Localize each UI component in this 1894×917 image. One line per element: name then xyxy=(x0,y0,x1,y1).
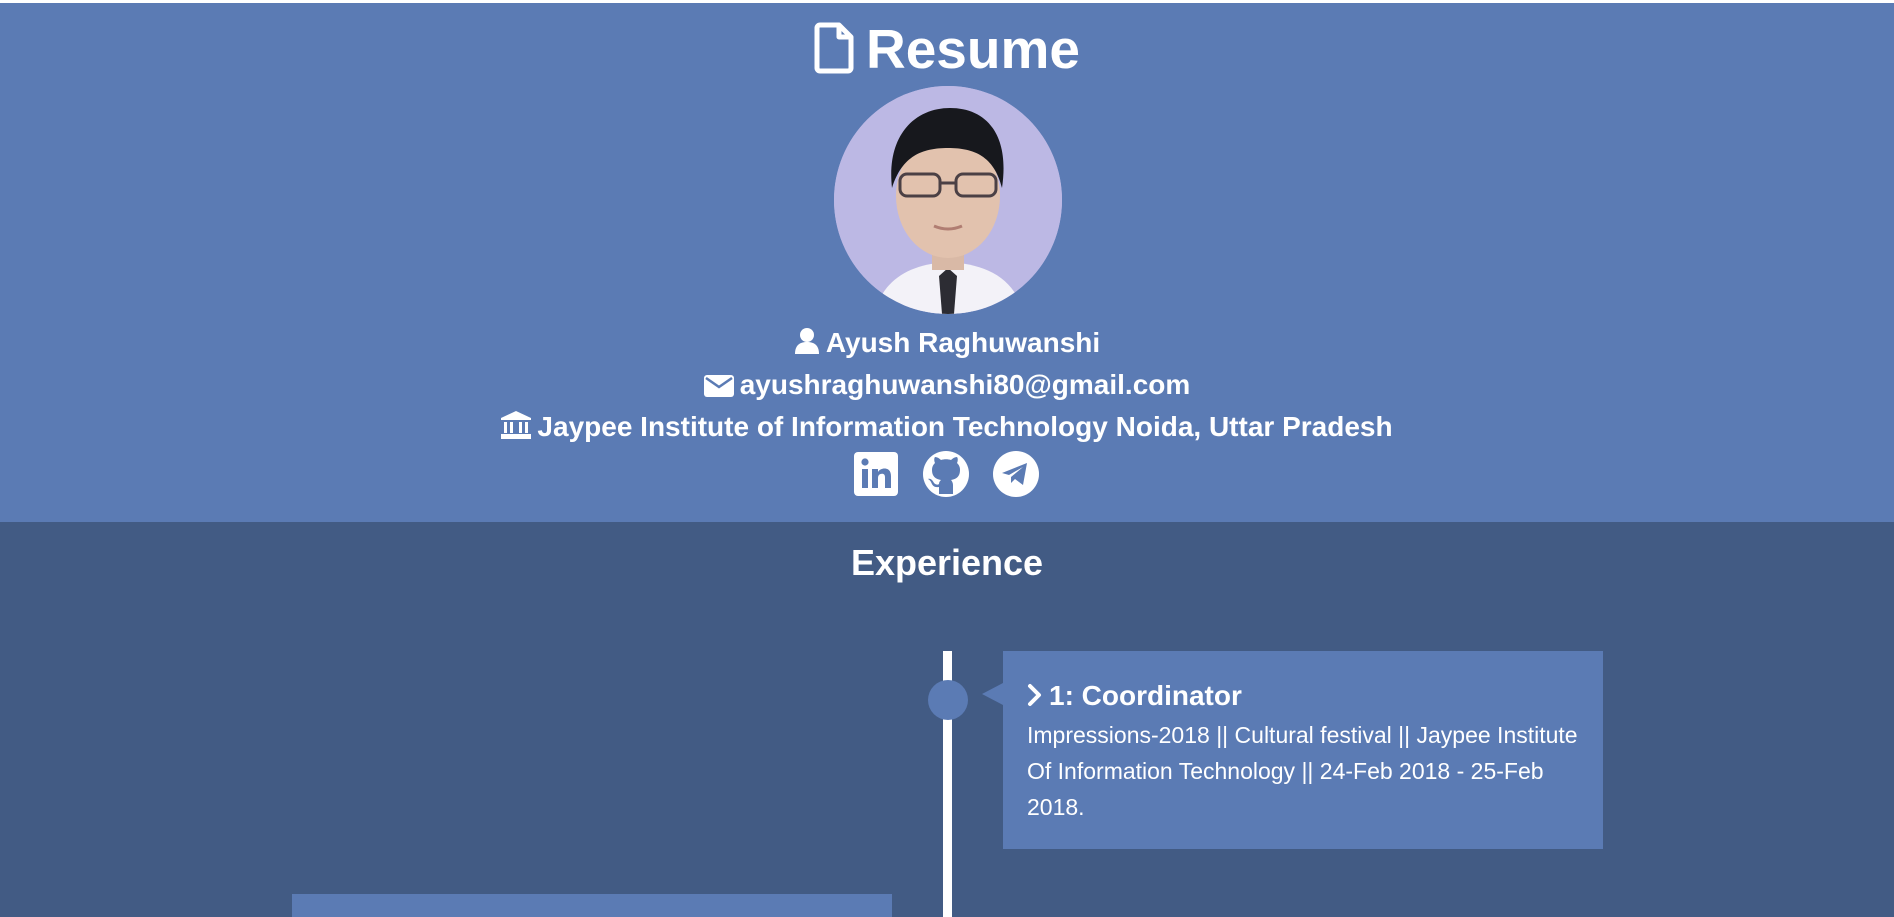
chevron-right-icon xyxy=(1028,684,1041,706)
profile-institute: Jaypee Institute of Information Technolo… xyxy=(537,411,1393,442)
experience-description: Impressions-2018 || Cultural festival ||… xyxy=(1027,722,1578,820)
github-icon[interactable] xyxy=(922,450,970,498)
name-line: Ayush Raghuwanshi xyxy=(0,325,1894,361)
profile-email: ayushraghuwanshi80@gmail.com xyxy=(739,369,1191,400)
experience-title: Experience xyxy=(850,542,1044,583)
social-links xyxy=(852,450,1040,498)
telegram-icon[interactable] xyxy=(992,450,1040,498)
email-line: ayushraghuwanshi80@gmail.com xyxy=(0,367,1894,403)
page-title: Resume xyxy=(0,13,1894,91)
experience-heading: 1: Coordinator xyxy=(1027,679,1579,713)
profile-name: Ayush Raghuwanshi xyxy=(825,327,1101,358)
profile-photo xyxy=(834,86,1062,314)
institute-line: Jaypee Institute of Information Technolo… xyxy=(0,409,1894,445)
profile-header: Resume Ayush Raghuwanshi ayushraghuwansh… xyxy=(0,3,1894,522)
file-icon xyxy=(814,19,854,91)
envelope-icon xyxy=(703,375,734,397)
title-text: Resume xyxy=(866,18,1080,80)
linkedin-icon[interactable] xyxy=(852,450,900,498)
experience-heading-text: 1: Coordinator xyxy=(1049,680,1242,711)
user-icon xyxy=(794,328,819,354)
timeline-dot xyxy=(928,680,968,720)
university-icon xyxy=(501,411,532,439)
experience-card-2 xyxy=(292,894,892,917)
card-pointer xyxy=(982,683,1003,705)
experience-card: 1: Coordinator Impressions-2018 || Cultu… xyxy=(1003,651,1603,849)
